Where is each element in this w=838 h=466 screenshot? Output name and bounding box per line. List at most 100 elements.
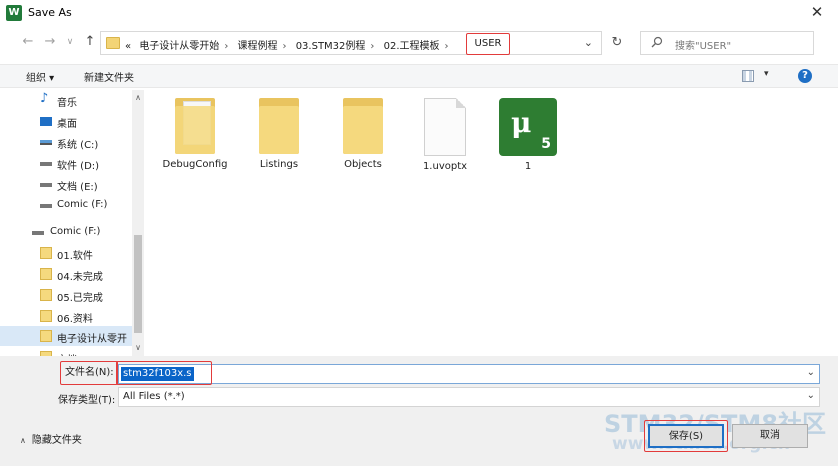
command-bar: 组织 ▾ 新建文件夹 ▾ ? — [0, 64, 838, 88]
uvision-project-icon: μ5 — [499, 98, 557, 156]
chevron-right-icon[interactable]: › — [370, 41, 374, 52]
sidebar-item-folder[interactable]: 文档 — [0, 347, 132, 356]
file-item[interactable]: Listings — [244, 98, 314, 171]
hide-folders-label: 隐藏文件夹 — [31, 435, 82, 446]
close-button[interactable]: ✕ — [806, 2, 828, 22]
arrow-right-icon: → — [44, 34, 56, 49]
folder-icon — [40, 289, 52, 301]
folder-icon — [40, 330, 52, 342]
navigation-pane: ♪ 音乐 桌面 系统 (C:) 软件 (D:) 文档 (E:) Comic (F… — [0, 90, 146, 356]
drive-icon — [32, 231, 44, 235]
sidebar-item-label: 文档 (E:) — [57, 182, 98, 193]
chevron-down-icon: ∨ — [66, 37, 74, 47]
cancel-button[interactable]: 取消 — [732, 424, 808, 448]
sidebar-item-label: 05.已完成 — [57, 293, 103, 304]
up-button[interactable]: ↑ — [82, 34, 98, 50]
view-dropdown-icon[interactable]: ▾ — [764, 69, 769, 79]
file-list: DebugConfig Listings Objects 1.uvoptx μ5… — [148, 90, 838, 356]
sidebar-item-folder-selected[interactable]: 电子设计从零开 — [0, 326, 132, 346]
sidebar-item-folder[interactable]: 04.未完成 — [0, 264, 132, 284]
sidebar-item-music[interactable]: ♪ 音乐 — [0, 90, 132, 110]
breadcrumb-overflow[interactable]: « — [125, 41, 131, 52]
sidebar-item-label: 系统 (C:) — [57, 140, 99, 151]
arrow-up-icon: ↑ — [84, 34, 96, 49]
sidebar-item-desktop[interactable]: 桌面 — [0, 111, 132, 131]
sidebar-item-label: 06.资料 — [57, 314, 93, 325]
sidebar-item-folder[interactable]: 05.已完成 — [0, 285, 132, 305]
sidebar-scrollbar[interactable]: ∧ ∨ — [132, 90, 144, 356]
sidebar-item-label: 04.未完成 — [57, 272, 103, 283]
sidebar-item-label: Comic (F:) — [50, 226, 101, 237]
file-name: 1.uvoptx — [422, 161, 468, 172]
desktop-icon — [40, 117, 52, 126]
chevron-right-icon[interactable]: › — [283, 41, 287, 52]
chevron-right-icon[interactable]: › — [224, 41, 228, 52]
app-icon: W — [6, 5, 22, 21]
search-placeholder: 搜索"USER" — [675, 41, 732, 52]
drive-icon — [40, 162, 52, 166]
breadcrumb-item[interactable]: 课程例程 — [238, 41, 278, 52]
file-item[interactable]: DebugConfig — [160, 98, 230, 171]
scroll-down-icon[interactable]: ∨ — [132, 342, 144, 354]
refresh-icon: ↻ — [611, 35, 623, 50]
scroll-up-icon[interactable]: ∧ — [132, 92, 144, 104]
drive-icon — [40, 204, 52, 208]
hide-folders-toggle[interactable]: ∧ 隐藏文件夹 — [20, 431, 82, 446]
navigation-bar: ← → ∨ ↑ « 电子设计从零开始 › 课程例程 › 03.STM32例程 › 02… — [0, 28, 838, 58]
file-name: 1 — [524, 161, 532, 172]
chevron-down-icon[interactable]: ⌄ — [807, 367, 815, 378]
scrollbar-thumb[interactable] — [134, 235, 142, 333]
refresh-button[interactable]: ↻ — [606, 31, 628, 55]
save-highlight — [644, 420, 728, 452]
breadcrumb: « 电子设计从零开始 › 课程例程 › 03.STM32例程 › 02.工程模板 › — [125, 37, 455, 52]
sidebar-item-drive-d[interactable]: 软件 (D:) — [0, 153, 132, 173]
sidebar-item-folder[interactable]: 06.资料 — [0, 306, 132, 326]
sidebar-item-folder[interactable]: 01.软件 — [0, 243, 132, 263]
sidebar-item-label: 电子设计从零开 — [57, 334, 127, 345]
view-icon[interactable] — [742, 70, 754, 82]
chevron-up-icon: ∧ — [20, 436, 26, 445]
arrow-left-icon: ← — [22, 34, 34, 49]
sidebar-item-label: Comic (F:) — [57, 199, 108, 210]
drive-icon — [40, 183, 52, 187]
recent-locations-button[interactable]: ∨ — [62, 34, 78, 50]
file-item[interactable]: 1.uvoptx — [410, 98, 480, 173]
chevron-right-icon[interactable]: › — [445, 41, 449, 52]
drive-icon — [40, 140, 52, 145]
folder-icon — [40, 247, 52, 259]
filename-highlight — [116, 361, 212, 385]
help-icon[interactable]: ? — [798, 69, 812, 83]
back-button[interactable]: ← — [20, 34, 36, 50]
folder-icon — [259, 98, 299, 154]
organize-menu[interactable]: 组织 ▾ — [26, 69, 54, 84]
breadcrumb-current[interactable]: USER — [466, 33, 510, 55]
breadcrumb-item[interactable]: 电子设计从零开始 — [139, 41, 219, 52]
sidebar-item-drive-c[interactable]: 系统 (C:) — [0, 132, 132, 152]
filetype-value: All Files (*.*) — [123, 391, 185, 402]
filename-input[interactable]: stm32f103x.s ⌄ — [118, 364, 820, 384]
breadcrumb-item[interactable]: 02.工程模板 — [384, 41, 440, 52]
file-item[interactable]: Objects — [328, 98, 398, 171]
file-item[interactable]: μ5 1 — [493, 98, 563, 173]
window-title: Save As — [28, 6, 72, 19]
filename-label: 文件名(N): — [60, 361, 118, 385]
address-dropdown-button[interactable]: ⌄ — [584, 36, 593, 49]
title-bar: W Save As ✕ — [0, 0, 838, 26]
file-name: Objects — [344, 159, 382, 170]
forward-button[interactable]: → — [42, 34, 58, 50]
sidebar-item-label: 音乐 — [57, 98, 77, 109]
chevron-down-icon[interactable]: ⌄ — [807, 390, 815, 401]
search-input[interactable]: 搜索"USER" — [640, 31, 814, 55]
folder-icon — [343, 98, 383, 154]
folder-icon — [40, 268, 52, 280]
chevron-down-icon: ⌄ — [583, 36, 593, 49]
address-bar[interactable]: « 电子设计从零开始 › 课程例程 › 03.STM32例程 › 02.工程模板 › U… — [100, 31, 602, 55]
breadcrumb-item[interactable]: 03.STM32例程 — [296, 41, 366, 52]
sidebar-item-drive-f[interactable]: Comic (F:) — [0, 195, 132, 215]
folder-icon — [106, 37, 120, 49]
sidebar-item-drive-f-expanded[interactable]: Comic (F:) — [0, 222, 132, 242]
folder-icon — [40, 310, 52, 322]
new-folder-button[interactable]: 新建文件夹 — [84, 69, 134, 84]
sidebar-item-drive-e[interactable]: 文档 (E:) — [0, 174, 132, 194]
folder-icon — [175, 98, 215, 154]
